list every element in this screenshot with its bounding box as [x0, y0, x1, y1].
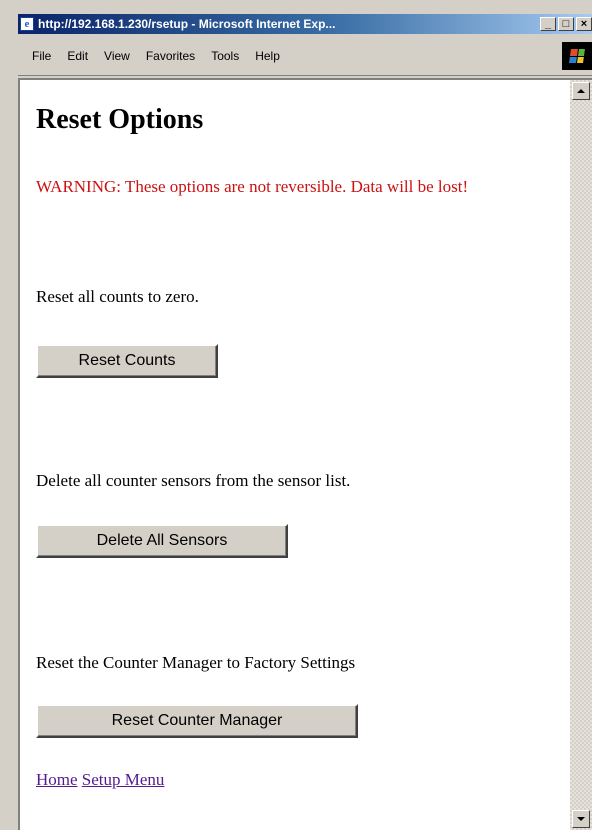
menu-bar: File Edit View Favorites Tools Help: [18, 36, 592, 76]
delete-all-sensors-button[interactable]: Delete All Sensors: [36, 524, 288, 558]
scroll-up-arrow-icon[interactable]: [572, 82, 590, 100]
close-button[interactable]: ×: [576, 17, 592, 31]
menu-favorites[interactable]: Favorites: [146, 49, 195, 63]
reset-counts-description: Reset all counts to zero.: [36, 287, 199, 306]
page-title: Reset Options: [36, 104, 204, 135]
browser-window: e http://192.168.1.230/rsetup - Microsof…: [0, 0, 592, 830]
footer-links: Home Setup Menu: [36, 770, 164, 790]
menu-tools[interactable]: Tools: [211, 49, 239, 63]
scroll-down-arrow-icon[interactable]: [572, 810, 590, 828]
reset-manager-description: Reset the Counter Manager to Factory Set…: [36, 653, 356, 672]
reset-counts-button[interactable]: Reset Counts: [36, 344, 218, 378]
window-controls: _ □ ×: [538, 17, 592, 31]
page-content: Reset Options WARNING: These options are…: [20, 80, 568, 830]
content-frame: Reset Options WARNING: These options are…: [18, 78, 592, 830]
warning-message: WARNING: These options are not reversibl…: [36, 177, 469, 196]
menu-help[interactable]: Help: [255, 49, 280, 63]
window-title: http://192.168.1.230/rsetup - Microsoft …: [38, 17, 336, 31]
reset-counter-manager-button[interactable]: Reset Counter Manager: [36, 704, 358, 738]
delete-sensors-description: Delete all counter sensors from the sens…: [36, 471, 351, 490]
internet-explorer-icon: e: [20, 17, 34, 31]
minimize-button[interactable]: _: [540, 17, 556, 31]
home-link[interactable]: Home: [36, 770, 78, 789]
menu-file[interactable]: File: [32, 49, 51, 63]
title-bar[interactable]: e http://192.168.1.230/rsetup - Microsof…: [18, 14, 592, 34]
menu-view[interactable]: View: [104, 49, 130, 63]
setup-menu-link[interactable]: Setup Menu: [82, 770, 165, 789]
vertical-scrollbar[interactable]: [570, 80, 592, 830]
menu-edit[interactable]: Edit: [67, 49, 88, 63]
maximize-button[interactable]: □: [558, 17, 574, 31]
windows-logo-icon: [562, 42, 592, 70]
